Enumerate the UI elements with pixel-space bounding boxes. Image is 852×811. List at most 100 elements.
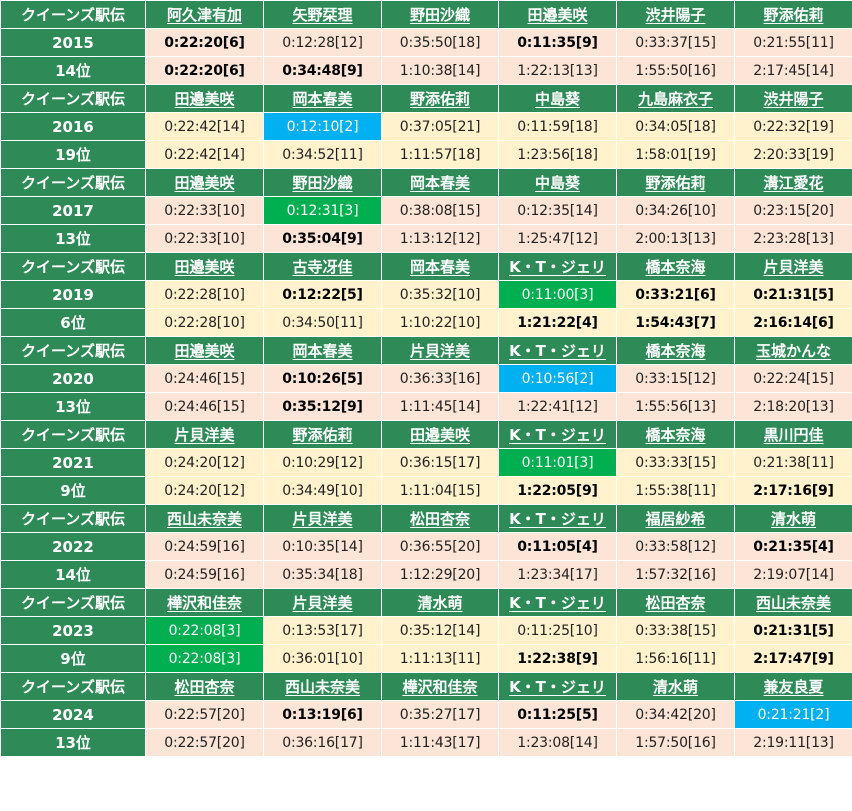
runner-name-leg-5[interactable]: 橋本奈海 (616, 252, 735, 281)
runner-name-leg-3[interactable]: 田邉美咲 (381, 420, 499, 449)
split-time-leg-6: 0:21:55[11] (734, 28, 852, 57)
split-time-leg-4: 0:11:01[3] (498, 448, 617, 477)
runner-name-leg-2[interactable]: 片貝洋美 (263, 588, 382, 617)
runner-name-leg-4[interactable]: 中島葵 (498, 168, 617, 197)
runner-name-leg-1[interactable]: 田邉美咲 (145, 84, 264, 113)
runner-name-leg-2[interactable]: 岡本春美 (263, 336, 382, 365)
block-2020-cumulative-time-row: 13位 0:24:46[15] 0:35:12[9] 1:11:45[14] 1:22:… (0, 392, 852, 421)
runner-name-leg-3[interactable]: 清水萌 (381, 588, 499, 617)
runner-name-leg-6[interactable]: 片貝洋美 (734, 252, 852, 281)
cumulative-time-leg-2: 0:34:49[10] (263, 476, 382, 505)
cumulative-time-leg-2: 0:35:04[9] (263, 224, 382, 253)
runner-name-leg-5[interactable]: 九島麻衣子 (616, 84, 735, 113)
split-time-leg-3: 0:38:08[15] (381, 196, 499, 225)
runner-name-leg-5[interactable]: 橋本奈海 (616, 336, 735, 365)
year-label: 2024 (0, 700, 146, 729)
runner-name-leg-4[interactable]: 中島葵 (498, 84, 617, 113)
runner-name-leg-1[interactable]: 片貝洋美 (145, 420, 264, 449)
runner-name-leg-2[interactable]: 野田沙織 (263, 168, 382, 197)
runner-name-leg-6[interactable]: 渋井陽子 (734, 84, 852, 113)
event-label: クイーンズ駅伝 (0, 252, 146, 281)
runner-name-leg-3[interactable]: 片貝洋美 (381, 336, 499, 365)
runner-name-leg-1[interactable]: 田邉美咲 (145, 168, 264, 197)
runner-name-leg-5[interactable]: 野添佑莉 (616, 168, 735, 197)
split-time-leg-6: 0:22:24[15] (734, 364, 852, 393)
cumulative-time-leg-3: 1:11:13[11] (381, 644, 499, 673)
year-label: 2016 (0, 112, 146, 141)
cumulative-time-leg-5: 1:55:38[11] (616, 476, 735, 505)
split-time-leg-4: 0:11:59[18] (498, 112, 617, 141)
block-2024-cumulative-time-row: 13位 0:22:57[20] 0:36:16[17] 1:11:43[17] 1:23… (0, 728, 852, 757)
split-time-leg-6: 0:21:38[11] (734, 448, 852, 477)
runner-name-leg-1[interactable]: 田邉美咲 (145, 336, 264, 365)
runner-name-leg-4[interactable]: K・T・ジェリ (498, 252, 617, 281)
runner-name-leg-2[interactable]: 野添佑莉 (263, 420, 382, 449)
block-2019-header-row: クイーンズ駅伝 田邉美咲 古寺冴佳 岡本春美 K・T・ジェリ 橋本奈海 片貝洋美 (0, 252, 852, 281)
cumulative-time-leg-4: 1:22:05[9] (498, 476, 617, 505)
cumulative-time-leg-6: 2:23:28[13] (734, 224, 852, 253)
cumulative-time-leg-6: 2:17:47[9] (734, 644, 852, 673)
runner-name-leg-1[interactable]: 松田杏奈 (145, 672, 264, 701)
block-2017-header-row: クイーンズ駅伝 田邉美咲 野田沙織 岡本春美 中島葵 野添佑莉 溝江愛花 (0, 168, 852, 197)
split-time-leg-1: 0:22:28[10] (145, 280, 264, 309)
event-label: クイーンズ駅伝 (0, 672, 146, 701)
cumulative-time-leg-5: 1:57:50[16] (616, 728, 735, 757)
split-time-leg-3: 0:36:15[17] (381, 448, 499, 477)
cumulative-time-leg-1: 0:24:46[15] (145, 392, 264, 421)
runner-name-leg-4[interactable]: K・T・ジェリ (498, 504, 617, 533)
split-time-leg-4: 0:11:00[3] (498, 280, 617, 309)
block-2015-cumulative-time-row: 14位 0:22:20[6] 0:34:48[9] 1:10:38[14] 1:22:1… (0, 56, 852, 85)
runner-name-leg-5[interactable]: 松田杏奈 (616, 588, 735, 617)
runner-name-leg-5[interactable]: 橋本奈海 (616, 420, 735, 449)
runner-name-leg-4[interactable]: 田邉美咲 (498, 0, 617, 29)
runner-name-leg-4[interactable]: K・T・ジェリ (498, 588, 617, 617)
runner-name-leg-6[interactable]: 玉城かんな (734, 336, 852, 365)
runner-name-leg-2[interactable]: 古寺冴佳 (263, 252, 382, 281)
cumulative-time-leg-5: 1:55:50[16] (616, 56, 735, 85)
runner-name-leg-6[interactable]: 溝江愛花 (734, 168, 852, 197)
split-time-leg-4: 0:11:25[5] (498, 700, 617, 729)
final-rank-label: 9位 (0, 476, 146, 505)
final-rank-label: 6位 (0, 308, 146, 337)
runner-name-leg-1[interactable]: 樺沢和佳奈 (145, 588, 264, 617)
runner-name-leg-5[interactable]: 清水萌 (616, 672, 735, 701)
runner-name-leg-6[interactable]: 兼友良夏 (734, 672, 852, 701)
runner-name-leg-5[interactable]: 渋井陽子 (616, 0, 735, 29)
cumulative-time-leg-4: 1:22:13[13] (498, 56, 617, 85)
cumulative-time-leg-5: 1:54:43[7] (616, 308, 735, 337)
runner-name-leg-3[interactable]: 野添佑莉 (381, 84, 499, 113)
runner-name-leg-2[interactable]: 西山未奈美 (263, 672, 382, 701)
runner-name-leg-2[interactable]: 岡本春美 (263, 84, 382, 113)
split-time-leg-5: 0:33:38[15] (616, 616, 735, 645)
runner-name-leg-2[interactable]: 片貝洋美 (263, 504, 382, 533)
runner-name-leg-6[interactable]: 西山未奈美 (734, 588, 852, 617)
cumulative-time-leg-3: 1:12:29[20] (381, 560, 499, 589)
split-time-leg-6: 0:23:15[20] (734, 196, 852, 225)
block-2024-header-row: クイーンズ駅伝 松田杏奈 西山未奈美 樺沢和佳奈 K・T・ジェリ 清水萌 兼友良夏 (0, 672, 852, 701)
runner-name-leg-1[interactable]: 阿久津有加 (145, 0, 264, 29)
runner-name-leg-3[interactable]: 岡本春美 (381, 252, 499, 281)
runner-name-leg-1[interactable]: 西山未奈美 (145, 504, 264, 533)
block-2021-header-row: クイーンズ駅伝 片貝洋美 野添佑莉 田邉美咲 K・T・ジェリ 橋本奈海 黒川円佳 (0, 420, 852, 449)
runner-name-leg-4[interactable]: K・T・ジェリ (498, 420, 617, 449)
block-2020-split-time-row: 2020 0:24:46[15] 0:10:26[5] 0:36:33[16] 0:10… (0, 364, 852, 393)
runner-name-leg-2[interactable]: 矢野栞理 (263, 0, 382, 29)
split-time-leg-2: 0:13:53[17] (263, 616, 382, 645)
split-time-leg-5: 0:33:15[12] (616, 364, 735, 393)
cumulative-time-leg-6: 2:19:11[13] (734, 728, 852, 757)
runner-name-leg-3[interactable]: 樺沢和佳奈 (381, 672, 499, 701)
runner-name-leg-6[interactable]: 清水萌 (734, 504, 852, 533)
runner-name-leg-6[interactable]: 黒川円佳 (734, 420, 852, 449)
split-time-leg-5: 0:33:21[6] (616, 280, 735, 309)
cumulative-time-leg-5: 1:58:01[19] (616, 140, 735, 169)
runner-name-leg-6[interactable]: 野添佑莉 (734, 0, 852, 29)
split-time-leg-3: 0:37:05[21] (381, 112, 499, 141)
runner-name-leg-4[interactable]: K・T・ジェリ (498, 336, 617, 365)
runner-name-leg-4[interactable]: K・T・ジェリ (498, 672, 617, 701)
runner-name-leg-3[interactable]: 松田杏奈 (381, 504, 499, 533)
runner-name-leg-3[interactable]: 岡本春美 (381, 168, 499, 197)
runner-name-leg-5[interactable]: 福居紗希 (616, 504, 735, 533)
runner-name-leg-1[interactable]: 田邉美咲 (145, 252, 264, 281)
block-2021-split-time-row: 2021 0:24:20[12] 0:10:29[12] 0:36:15[17] 0:1… (0, 448, 852, 477)
runner-name-leg-3[interactable]: 野田沙織 (381, 0, 499, 29)
